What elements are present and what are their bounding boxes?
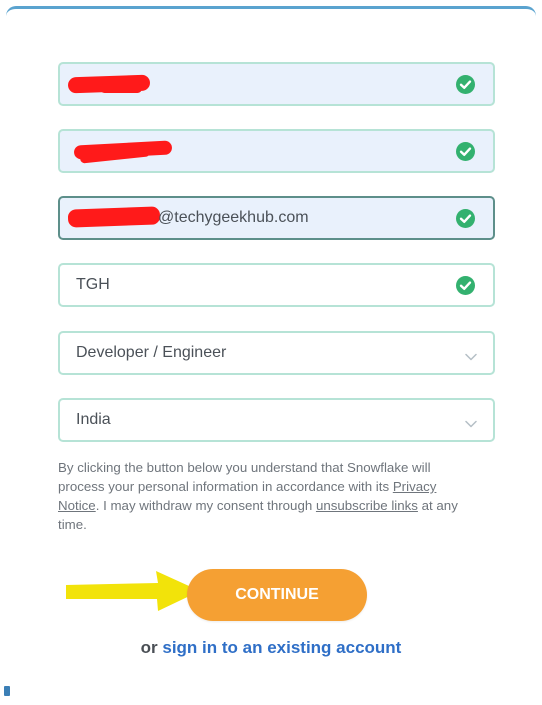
role-select[interactable]: Developer / Engineer xyxy=(58,331,495,375)
last-name-field[interactable] xyxy=(58,129,495,173)
check-circle-icon xyxy=(456,142,475,161)
notice-text: . I may withdraw my consent through xyxy=(95,498,316,513)
unsubscribe-link[interactable]: unsubscribe links xyxy=(316,498,418,513)
chevron-down-icon xyxy=(465,348,477,361)
role-selected-value: Developer / Engineer xyxy=(76,344,227,361)
first-name-field[interactable] xyxy=(58,62,495,106)
email-field[interactable]: @techygeekhub.com xyxy=(58,196,495,240)
check-circle-icon xyxy=(456,75,475,94)
check-circle-icon xyxy=(456,209,475,228)
signin-link[interactable]: sign in to an existing account xyxy=(162,638,401,657)
redaction-mark xyxy=(100,84,142,93)
check-circle-icon xyxy=(456,276,475,295)
company-field[interactable]: TGH xyxy=(58,263,495,307)
notice-text: By clicking the button below you underst… xyxy=(58,460,431,494)
signin-prefix: or xyxy=(140,638,163,657)
email-domain-text: @techygeekhub.com xyxy=(158,209,309,226)
arrow-right-icon xyxy=(66,571,200,611)
signin-line: or sign in to an existing account xyxy=(0,638,542,658)
corner-mark xyxy=(4,686,10,696)
country-selected-value: India xyxy=(76,411,111,428)
redaction-mark xyxy=(67,206,161,228)
continue-button[interactable]: CONTINUE xyxy=(187,569,367,621)
chevron-down-icon xyxy=(465,415,477,428)
country-select[interactable]: India xyxy=(58,398,495,442)
consent-notice: By clicking the button below you underst… xyxy=(58,458,478,534)
company-value: TGH xyxy=(76,276,110,293)
